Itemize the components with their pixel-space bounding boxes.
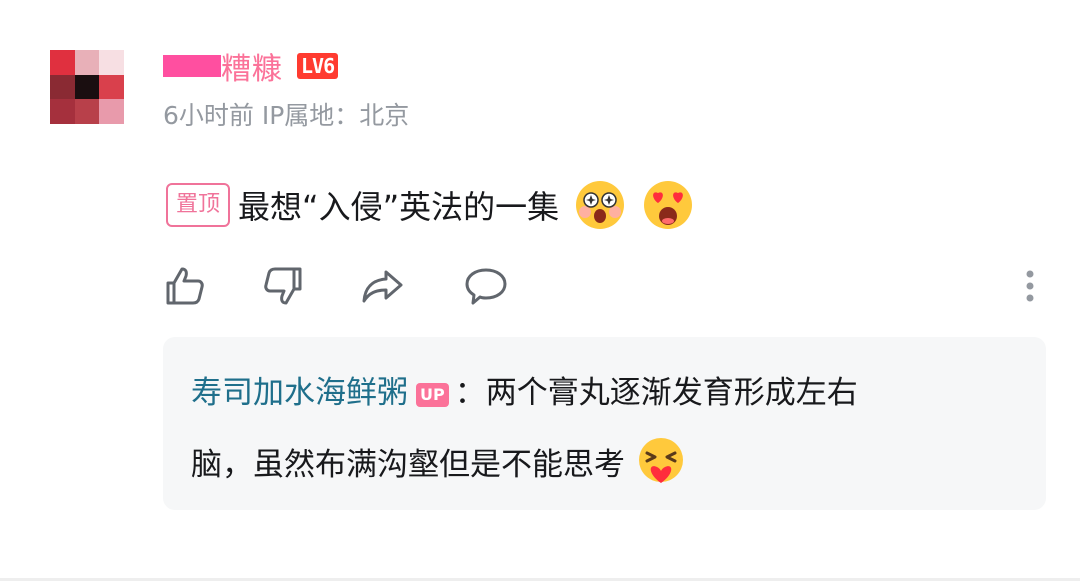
reply-line-2: 脑，虽然布满沟壑但是不能思考 — [191, 435, 687, 487]
avatar[interactable] — [50, 50, 124, 124]
reply-icon — [465, 268, 507, 305]
comment-body: 置顶 最想“入侵”英法的一集 — [166, 174, 695, 236]
comment-meta: 6小时前 IP属地：北京 — [163, 101, 410, 130]
dislike-button[interactable] — [260, 262, 308, 310]
level-badge: LV6 — [297, 53, 339, 79]
reply-preview[interactable]: 寿司加水海鲜粥 UP ：两个膏丸逐渐发育形成左右 脑，虽然布满沟壑但是不能思考 — [163, 337, 1046, 510]
more-button[interactable] — [1020, 266, 1040, 306]
like-button[interactable] — [160, 262, 208, 310]
thumbs-up-icon — [166, 267, 204, 305]
comment-text: 最想“入侵”英法的一集 — [238, 188, 560, 226]
thumbs-down-icon — [264, 267, 302, 305]
action-bar — [160, 262, 1040, 312]
reply-button[interactable] — [462, 262, 510, 310]
starstruck-emoji-icon — [576, 181, 625, 229]
reply-text-1: ：两个膏丸逐渐发育形成左右 — [454, 375, 858, 411]
username[interactable]: 糟糠 — [221, 44, 283, 88]
pinned-badge: 置顶 — [166, 183, 231, 227]
reply-author[interactable]: 寿司加水海鲜粥 — [191, 375, 408, 411]
up-badge: UP — [416, 382, 449, 407]
share-button[interactable] — [358, 262, 406, 310]
heart-eyes-emoji-icon — [644, 181, 693, 229]
share-icon — [362, 270, 403, 303]
redacted-name-block — [163, 55, 221, 77]
username-row: 糟糠 LV6 — [163, 44, 339, 88]
laughing-heart-emoji-icon — [639, 438, 683, 483]
reply-line-1: 寿司加水海鲜粥 UP ：两个膏丸逐渐发育形成左右 — [191, 367, 858, 412]
more-icon — [1026, 270, 1034, 302]
reply-text-2: 脑，虽然布满沟壑但是不能思考 — [191, 446, 625, 483]
